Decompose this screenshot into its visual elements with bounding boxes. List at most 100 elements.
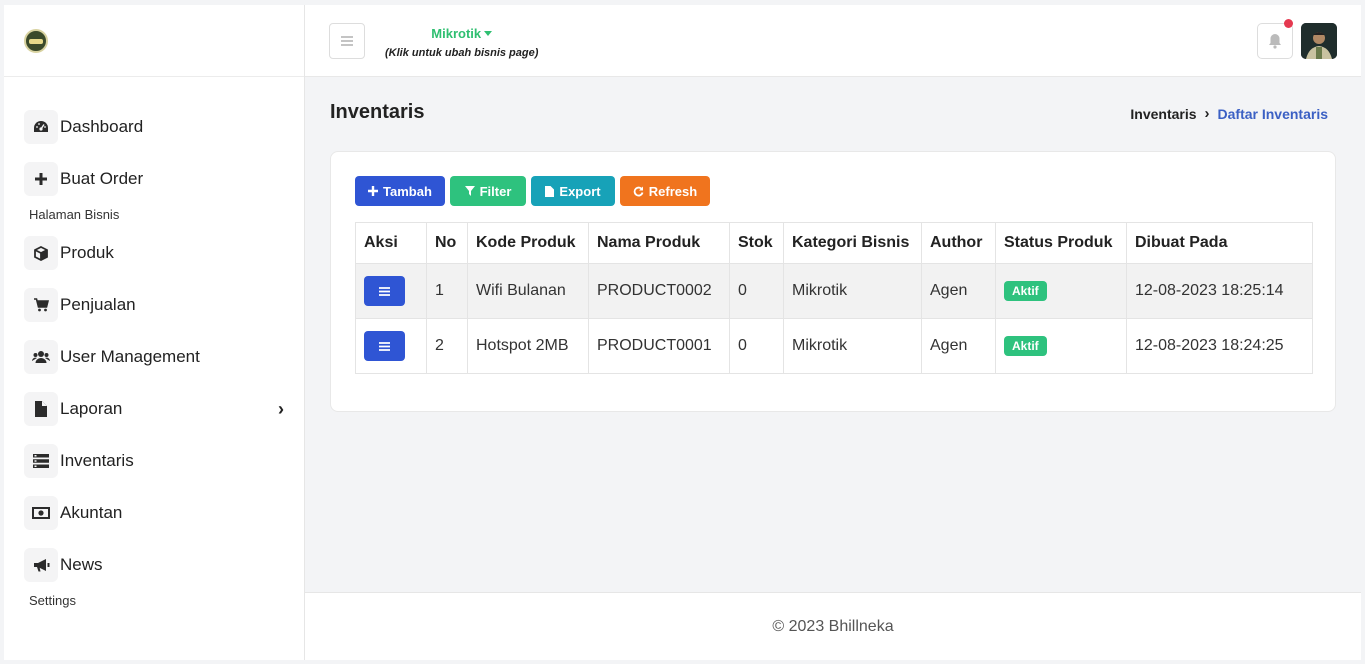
sidebar-item-inventaris[interactable]: Inventaris — [4, 435, 304, 487]
sidebar-item-label: Penjualan — [60, 295, 136, 314]
inventory-table: Aksi No Kode Produk Nama Produk Stok Kat… — [355, 222, 1313, 374]
cell-aksi — [355, 263, 427, 319]
breadcrumb-item-daftar-inventaris[interactable]: Daftar Inventaris — [1218, 106, 1328, 122]
sidebar-item-penjualan[interactable]: Penjualan — [4, 279, 304, 331]
breadcrumb-item-inventaris[interactable]: Inventaris — [1130, 106, 1196, 122]
col-stok: Stok — [729, 222, 784, 264]
sidebar-item-label: Laporan — [60, 399, 123, 418]
business-name[interactable]: Mikrotik — [431, 26, 493, 41]
filter-icon — [464, 186, 475, 196]
cell-nama-produk: PRODUCT0002 — [588, 263, 730, 319]
table-row: 1 Wifi Bulanan PRODUCT0002 0 Mikrotik Ag… — [355, 263, 1313, 319]
footer: © 2023 Bhillneka — [305, 592, 1361, 660]
bars-icon — [379, 286, 390, 296]
plus-icon — [368, 186, 379, 196]
cell-status-produk: Aktif — [995, 318, 1127, 374]
list-icon — [24, 444, 58, 478]
plus-icon — [24, 162, 58, 196]
row-action-button[interactable] — [364, 331, 405, 361]
col-kategori-bisnis: Kategori Bisnis — [783, 222, 922, 264]
caret-down-icon — [484, 31, 493, 36]
sidebar-item-buat-order[interactable]: Buat Order — [4, 153, 304, 205]
cell-dibuat-pada: 12-08-2023 18:25:14 — [1126, 263, 1313, 319]
chevron-right-icon: › — [278, 398, 284, 419]
filter-button-label: Filter — [479, 183, 512, 199]
cell-aksi — [355, 318, 427, 374]
sidebar: Dashboard Buat Order Halaman Bisnis Prod… — [4, 5, 305, 660]
col-kode-produk: Kode Produk — [467, 222, 589, 264]
sidebar-item-laporan[interactable]: Laporan › — [4, 383, 304, 435]
notification-button[interactable] — [1257, 23, 1293, 59]
sidebar-menu: Dashboard Buat Order Halaman Bisnis Prod… — [4, 77, 304, 613]
sidebar-item-label: Buat Order — [60, 169, 144, 188]
megaphone-icon — [24, 548, 58, 582]
top-header: Mikrotik (Klik untuk ubah bisnis page) — [305, 5, 1361, 77]
filter-button[interactable]: Filter — [450, 176, 526, 206]
users-icon — [24, 340, 58, 374]
chevron-right-icon: › — [1204, 105, 1210, 122]
add-button-label: Tambah — [383, 183, 432, 199]
sidebar-section-title: Halaman Bisnis — [29, 207, 120, 222]
sidebar-item-news[interactable]: News — [4, 539, 304, 591]
cell-no: 2 — [426, 318, 468, 374]
refresh-icon — [633, 186, 644, 196]
cell-stok: 0 — [729, 263, 784, 319]
table-header-row: Aksi No Kode Produk Nama Produk Stok Kat… — [355, 222, 1313, 264]
refresh-button[interactable]: Refresh — [620, 176, 710, 206]
col-aksi: Aksi — [355, 222, 427, 264]
page-title: Inventaris — [330, 101, 425, 123]
add-button[interactable]: Tambah — [355, 176, 445, 206]
cell-kode-produk: Hotspot 2MB — [467, 318, 589, 374]
hamburger-icon — [341, 36, 353, 46]
menu-toggle-button[interactable] — [329, 23, 365, 59]
sidebar-item-label: Produk — [60, 243, 114, 262]
sidebar-item-label: News — [60, 555, 103, 574]
sidebar-item-label: User Management — [60, 347, 200, 366]
sidebar-item-akuntan[interactable]: Akuntan — [4, 487, 304, 539]
sidebar-item-produk[interactable]: Produk — [4, 227, 304, 279]
table-row: 2 Hotspot 2MB PRODUCT0001 0 Mikrotik Age… — [355, 318, 1313, 374]
cell-kode-produk: Wifi Bulanan — [467, 263, 589, 319]
toolbar: Tambah Filter Export Refresh — [355, 176, 710, 206]
bell-icon — [1269, 34, 1281, 49]
cube-icon — [24, 236, 58, 270]
col-status-produk: Status Produk — [995, 222, 1127, 264]
col-dibuat-pada: Dibuat Pada — [1126, 222, 1313, 264]
business-switcher[interactable]: Mikrotik (Klik untuk ubah bisnis page) — [385, 25, 538, 59]
sidebar-item-label: Inventaris — [60, 451, 134, 470]
file-icon — [24, 392, 58, 426]
user-avatar[interactable] — [1301, 23, 1337, 59]
inventory-card: Tambah Filter Export Refresh Aksi No Kod… — [330, 151, 1336, 412]
sidebar-item-label: Akuntan — [60, 503, 123, 522]
sidebar-section-title: Settings — [29, 593, 76, 608]
row-action-button[interactable] — [364, 276, 405, 306]
cart-icon — [24, 288, 58, 322]
cell-kategori-bisnis: Mikrotik — [783, 318, 922, 374]
cell-status-produk: Aktif — [995, 263, 1127, 319]
dashboard-icon — [24, 110, 58, 144]
cell-stok: 0 — [729, 318, 784, 374]
business-name-label: Mikrotik — [431, 26, 482, 41]
status-badge: Aktif — [1004, 281, 1047, 301]
sidebar-item-label: Dashboard — [60, 117, 144, 136]
export-button[interactable]: Export — [531, 176, 615, 206]
breadcrumb: Inventaris › Daftar Inventaris — [1130, 105, 1328, 122]
col-no: No — [426, 222, 468, 264]
app-logo[interactable] — [24, 29, 48, 53]
col-author: Author — [921, 222, 996, 264]
business-hint: (Klik untuk ubah bisnis page) — [385, 47, 539, 59]
sidebar-item-user-management[interactable]: User Management — [4, 331, 304, 383]
sidebar-header — [4, 5, 304, 77]
col-nama-produk: Nama Produk — [588, 222, 730, 264]
sidebar-item-dashboard[interactable]: Dashboard — [4, 101, 304, 153]
money-icon — [24, 496, 58, 530]
export-button-label: Export — [559, 183, 601, 199]
refresh-button-label: Refresh — [648, 183, 698, 199]
cell-nama-produk: PRODUCT0001 — [588, 318, 730, 374]
cell-kategori-bisnis: Mikrotik — [783, 263, 922, 319]
status-badge: Aktif — [1004, 336, 1047, 356]
cell-author: Agen — [921, 263, 996, 319]
bars-icon — [379, 341, 390, 351]
file-icon — [545, 185, 555, 197]
cell-dibuat-pada: 12-08-2023 18:24:25 — [1126, 318, 1313, 374]
